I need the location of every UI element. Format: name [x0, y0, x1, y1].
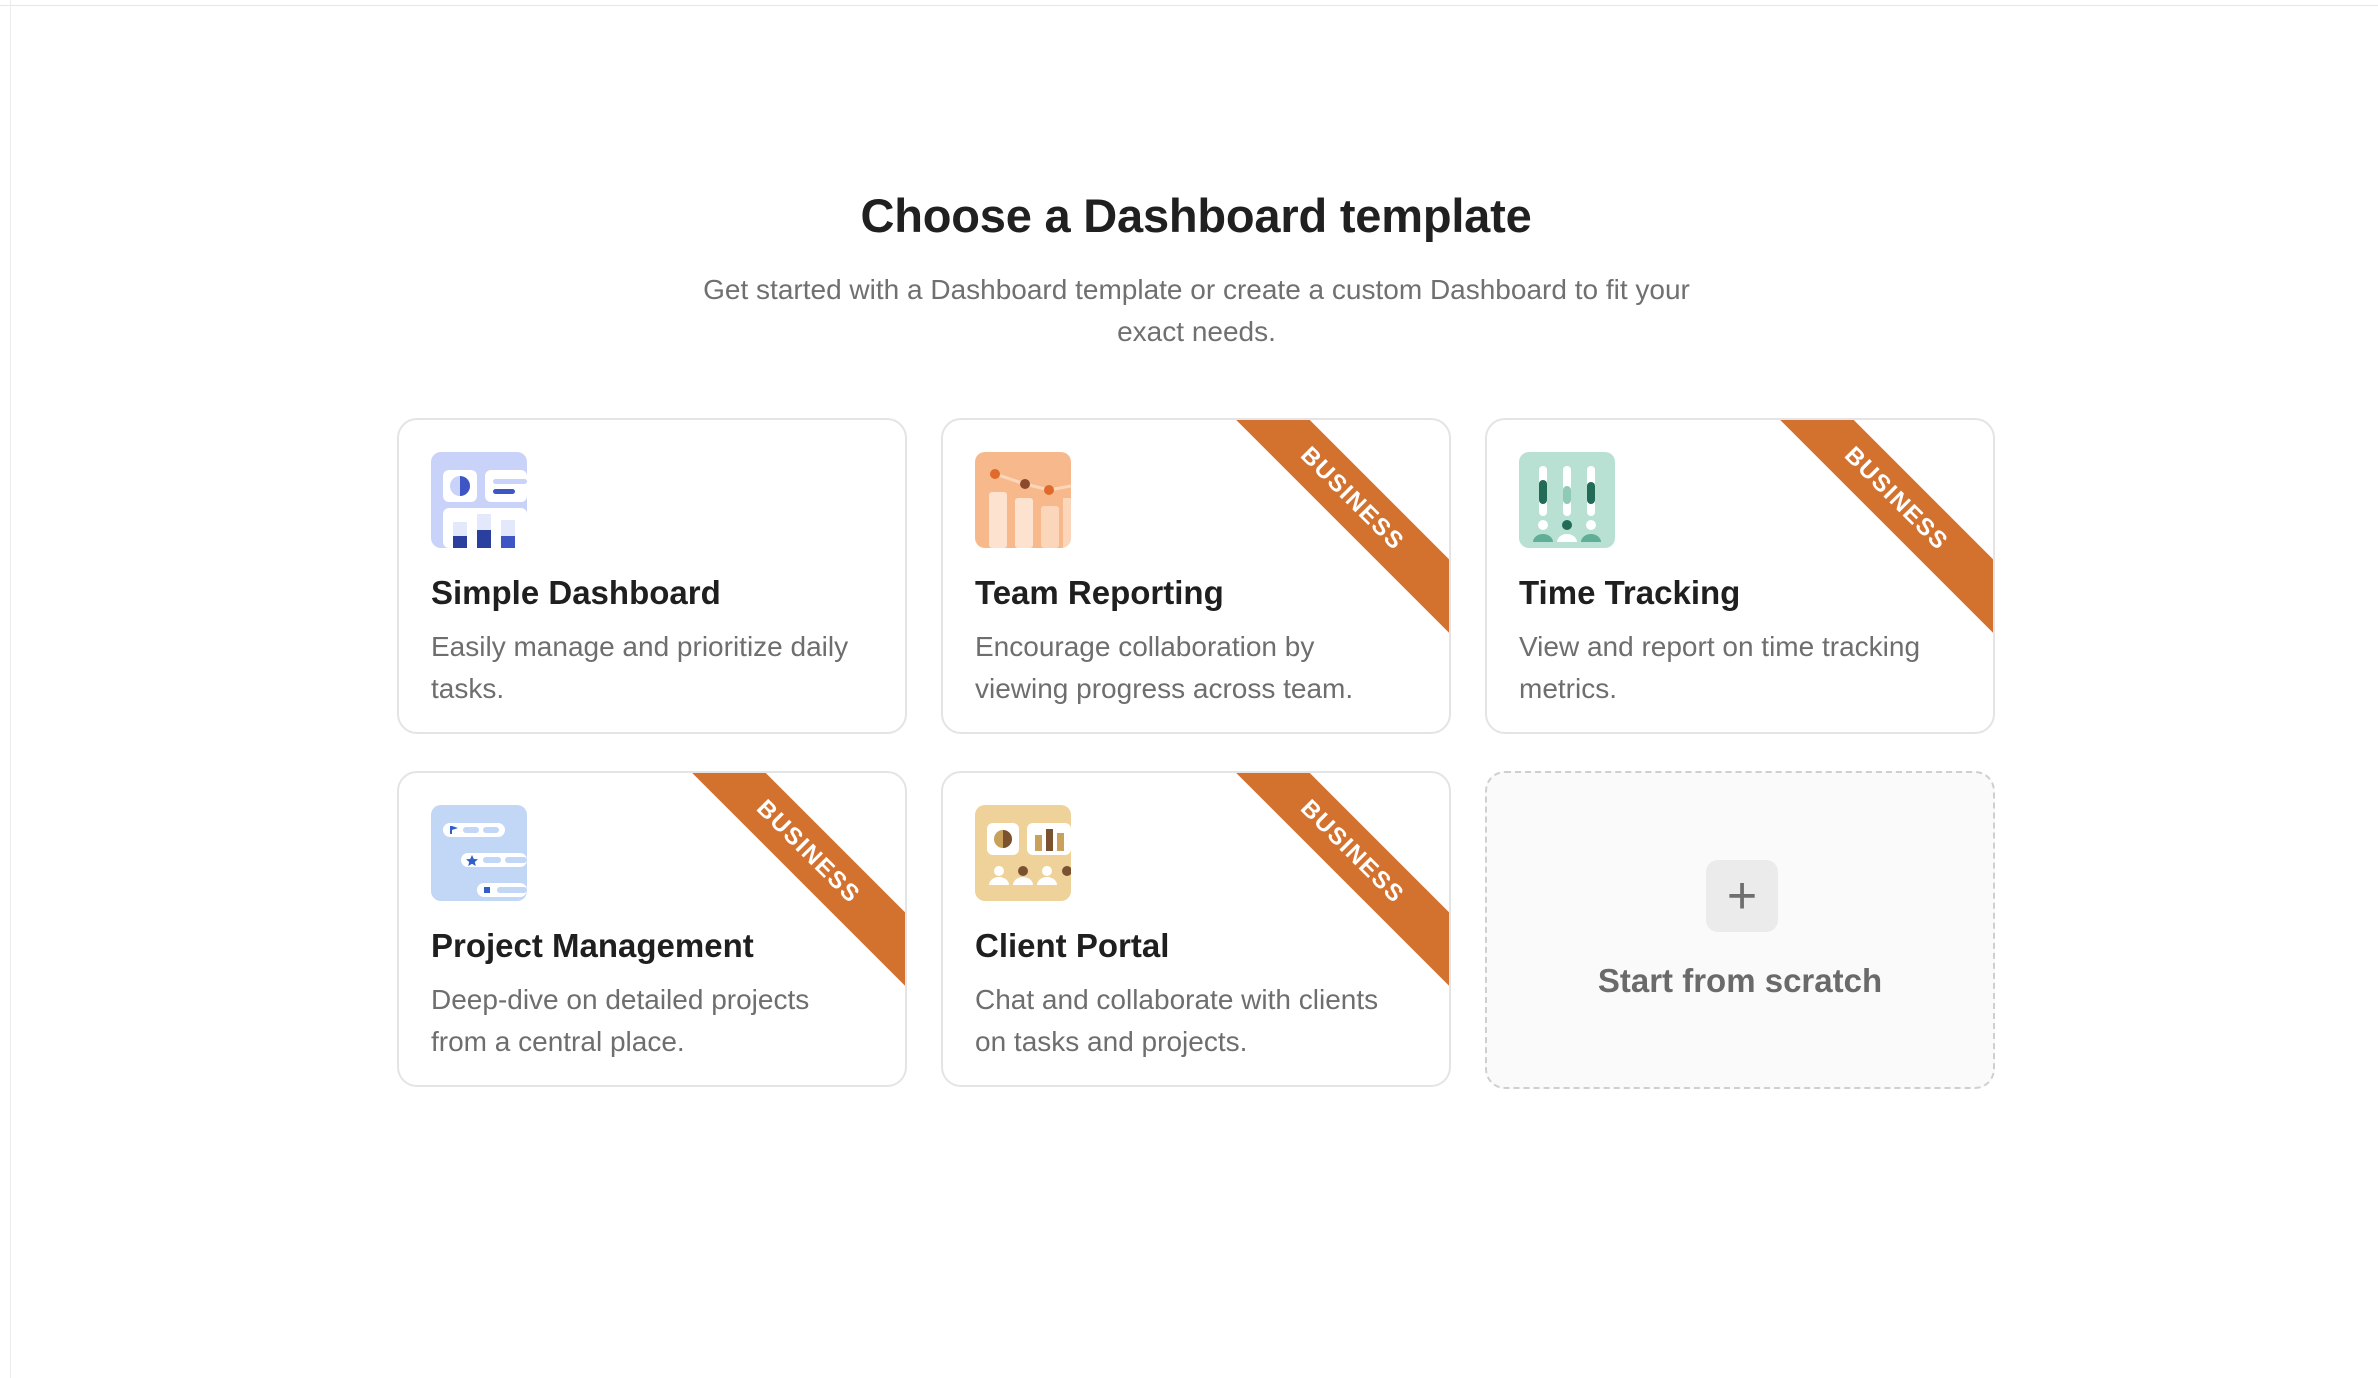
business-badge: BUSINESS	[1750, 420, 1993, 645]
template-description: Easily manage and prioritize daily tasks…	[431, 631, 849, 704]
template-description: Deep-dive on detailed projects from a ce…	[431, 984, 810, 1057]
template-card-client-portal[interactable]: Client Portal Chat and collaborate with …	[941, 771, 1451, 1087]
page-subtitle: Get started with a Dashboard template or…	[703, 274, 1690, 347]
plus-icon: +	[1706, 860, 1778, 932]
top-divider	[0, 0, 2378, 6]
template-description: View and report on time tracking metrics…	[1519, 631, 1921, 704]
start-from-scratch-card[interactable]: + Start from scratch	[1485, 771, 1995, 1089]
project-management-icon	[431, 805, 527, 901]
team-reporting-icon	[975, 452, 1071, 548]
template-card-project-management[interactable]: Project Management Deep-dive on detailed…	[397, 771, 907, 1087]
template-title: Simple Dashboard	[431, 574, 721, 611]
business-badge: BUSINESS	[1206, 773, 1449, 998]
business-badge: BUSINESS	[1206, 420, 1449, 645]
start-from-scratch-label: Start from scratch	[1597, 962, 1883, 999]
template-card-team-reporting[interactable]: Team Reporting Encourage collaboration b…	[941, 418, 1451, 734]
template-description: Encourage collaboration by viewing progr…	[975, 631, 1354, 704]
template-title: Team Reporting	[975, 574, 1224, 611]
time-tracking-icon	[1519, 452, 1615, 548]
template-card-time-tracking[interactable]: Time Tracking View and report on time tr…	[1485, 418, 1995, 734]
simple-dashboard-icon	[431, 452, 527, 548]
page-title: Choose a Dashboard template	[860, 189, 1532, 242]
template-card-simple-dashboard[interactable]: Simple Dashboard Easily manage and prior…	[397, 418, 907, 734]
template-title: Client Portal	[975, 927, 1170, 964]
template-title: Project Management	[431, 927, 754, 964]
template-title: Time Tracking	[1519, 574, 1741, 611]
template-description: Chat and collaborate with clients on tas…	[975, 984, 1379, 1057]
client-portal-icon	[975, 805, 1071, 901]
